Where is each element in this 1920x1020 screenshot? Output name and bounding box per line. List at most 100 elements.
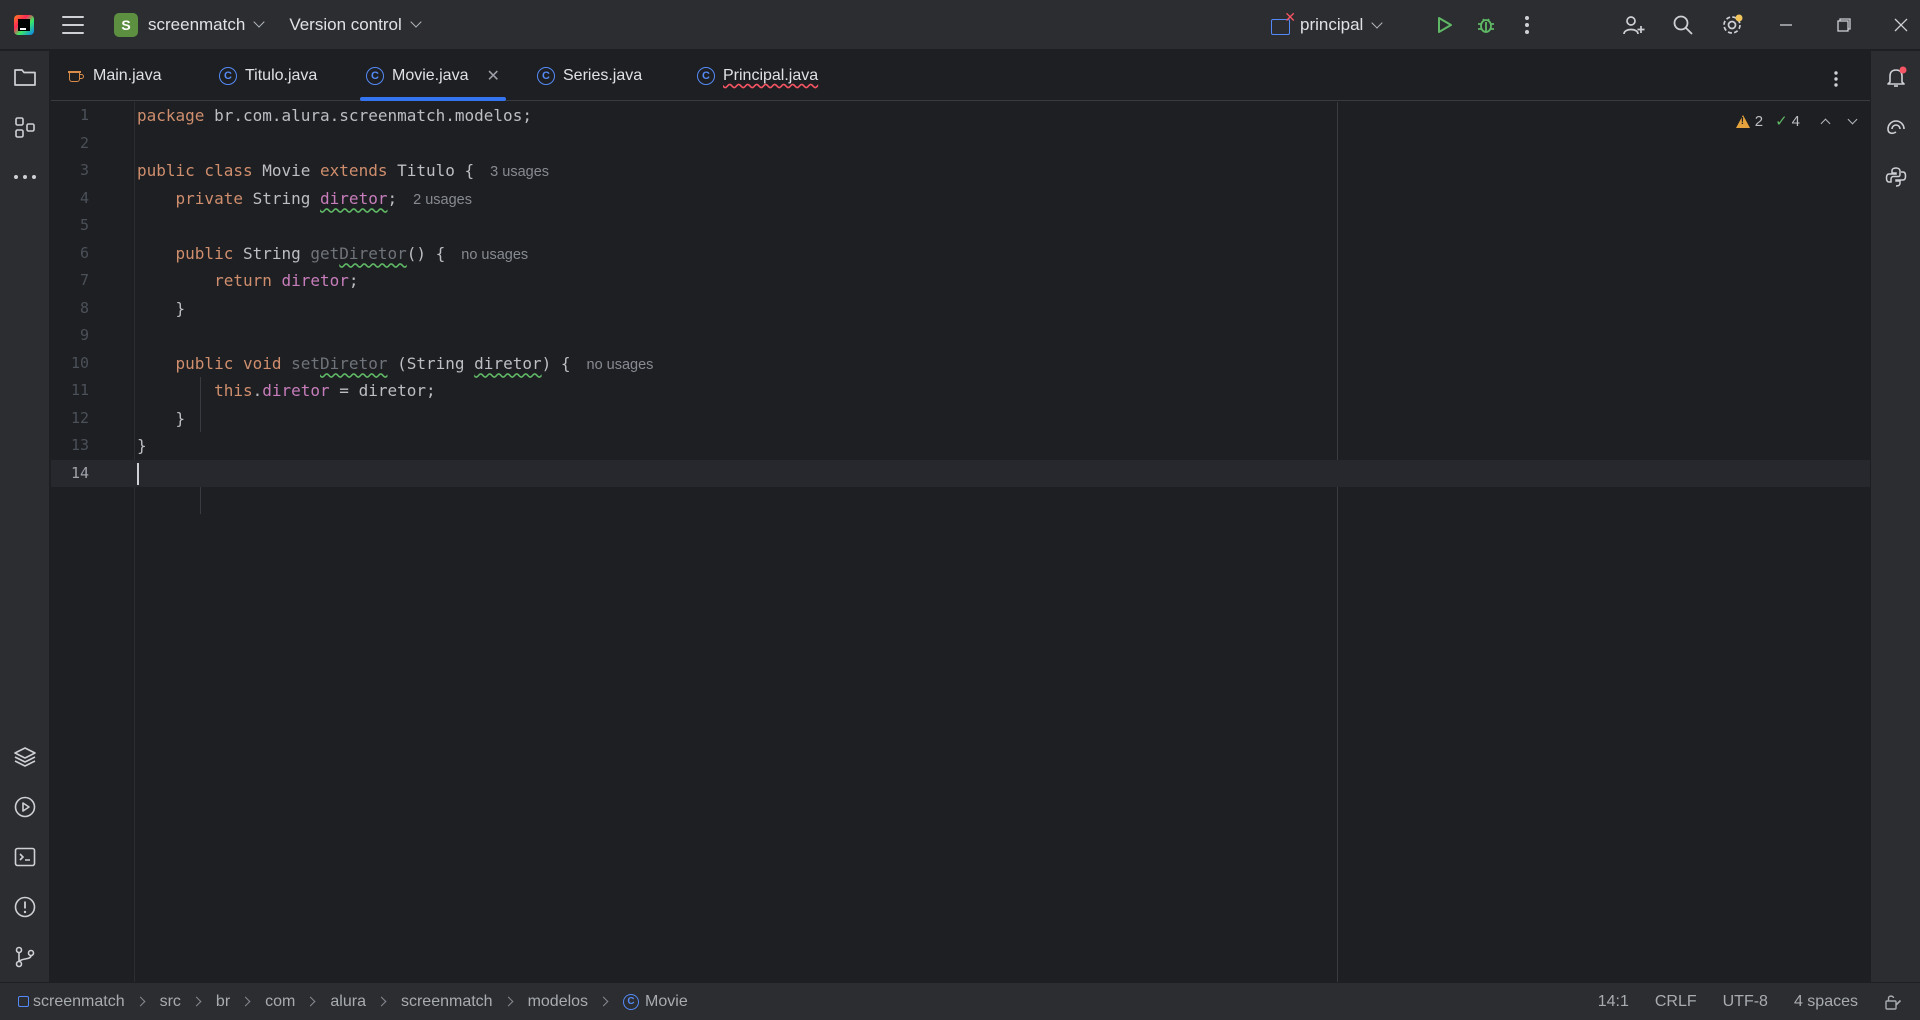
code-line: 2 bbox=[51, 130, 1870, 158]
python-console-button[interactable] bbox=[1883, 164, 1909, 190]
code-line: 12 } bbox=[51, 405, 1870, 433]
code-editor[interactable]: 1 package br.com.alura.screenmatch.model… bbox=[51, 102, 1870, 982]
gear-icon bbox=[1723, 14, 1743, 34]
run-config-selector[interactable]: ✕ principal bbox=[1270, 0, 1383, 50]
tab-movie-java[interactable]: C Movie.java ✕ bbox=[360, 51, 506, 101]
chevron-right-icon bbox=[305, 996, 316, 1007]
code-line: 4 private String diretor; 2 usages bbox=[51, 185, 1870, 213]
tab-titulo-java[interactable]: C Titulo.java bbox=[219, 51, 317, 101]
left-tool-strip bbox=[0, 51, 50, 982]
ai-assistant-button[interactable] bbox=[1883, 114, 1909, 140]
problems-icon bbox=[14, 896, 36, 918]
runnable-class-icon: C bbox=[697, 67, 715, 85]
problems-tool-button[interactable] bbox=[12, 894, 38, 920]
tab-options-button[interactable] bbox=[1822, 65, 1850, 93]
services-layers-button[interactable] bbox=[12, 744, 38, 770]
tab-principal-java[interactable]: C Principal.java bbox=[697, 51, 818, 101]
tab-main-java[interactable]: Main.java bbox=[67, 51, 161, 101]
line-number: 7 bbox=[79, 271, 89, 289]
lock-edit-icon[interactable] bbox=[1884, 993, 1902, 1011]
breadcrumb-item[interactable]: modelos bbox=[528, 993, 588, 1011]
chevron-down-icon bbox=[253, 16, 265, 28]
inspection-widget[interactable]: 2 ✓ 4 bbox=[1735, 112, 1858, 130]
usages-hint[interactable]: 3 usages bbox=[490, 164, 549, 180]
breadcrumb-item[interactable]: br bbox=[216, 993, 230, 1011]
structure-tool-button[interactable] bbox=[12, 114, 38, 140]
line-number: 2 bbox=[79, 133, 89, 152]
close-tab-icon[interactable]: ✕ bbox=[486, 66, 499, 86]
version-control-label: Version control bbox=[289, 14, 402, 34]
usages-hint[interactable]: no usages bbox=[461, 247, 528, 263]
structure-icon bbox=[15, 117, 35, 138]
project-tool-button[interactable] bbox=[12, 64, 38, 90]
bug-icon bbox=[1478, 18, 1494, 33]
chevron-right-icon bbox=[598, 996, 609, 1007]
code-text: public void setDiretor (String diretor) … bbox=[175, 353, 654, 373]
code-with-me-button[interactable] bbox=[1620, 11, 1648, 39]
code-text: } bbox=[175, 408, 186, 428]
more-actions-button[interactable] bbox=[1513, 11, 1541, 39]
project-name: screenmatch bbox=[148, 14, 246, 34]
breadcrumb-item[interactable]: com bbox=[265, 993, 295, 1011]
line-separator[interactable]: CRLF bbox=[1655, 993, 1697, 1011]
run-button[interactable] bbox=[1430, 11, 1458, 39]
close-icon bbox=[1894, 18, 1908, 32]
breadcrumb-item[interactable]: src bbox=[160, 993, 181, 1011]
tab-label: Main.java bbox=[93, 67, 162, 84]
run-config-error-icon: ✕ bbox=[1270, 10, 1296, 36]
git-tool-button[interactable] bbox=[12, 944, 38, 970]
terminal-tool-button[interactable] bbox=[12, 844, 38, 870]
main-menu-icon[interactable] bbox=[62, 15, 84, 34]
warning-count: 2 bbox=[1754, 112, 1764, 130]
version-control-widget[interactable]: Version control bbox=[283, 8, 425, 42]
debug-button[interactable] bbox=[1472, 11, 1500, 39]
code-line: 1 package br.com.alura.screenmatch.model… bbox=[51, 102, 1870, 130]
line-number: 3 bbox=[79, 161, 89, 179]
caret-position[interactable]: 14:1 bbox=[1598, 993, 1629, 1011]
status-bar: screenmatch src br com alura screenmatch… bbox=[0, 982, 1920, 1020]
tab-series-java[interactable]: C Series.java bbox=[537, 51, 642, 101]
minimize-button[interactable] bbox=[1772, 11, 1800, 39]
indent-setting[interactable]: 4 spaces bbox=[1794, 993, 1858, 1011]
search-button[interactable] bbox=[1669, 11, 1697, 39]
line-number: 4 bbox=[79, 188, 89, 207]
notifications-button[interactable] bbox=[1883, 64, 1909, 90]
breadcrumb-item[interactable]: screenmatch bbox=[401, 993, 493, 1011]
chevron-down-icon bbox=[1371, 16, 1383, 29]
settings-button[interactable] bbox=[1718, 11, 1746, 39]
tab-label: Series.java bbox=[563, 67, 643, 84]
previous-highlight-icon[interactable] bbox=[1820, 118, 1831, 128]
terminal-icon bbox=[14, 847, 36, 867]
breadcrumb-item[interactable]: screenmatch bbox=[33, 993, 125, 1011]
code-text: public String getDiretor() {no usages bbox=[175, 243, 529, 263]
run-tool-button[interactable] bbox=[12, 794, 38, 820]
next-highlight-icon[interactable] bbox=[1847, 114, 1858, 124]
line-number: 1 bbox=[79, 106, 89, 124]
line-number: 12 bbox=[70, 408, 89, 427]
line-number: 13 bbox=[70, 436, 89, 454]
tab-label: Movie.java bbox=[392, 67, 469, 84]
usages-hint[interactable]: no usages bbox=[587, 357, 654, 373]
usages-hint[interactable]: 2 usages bbox=[413, 192, 472, 208]
run-config-name: principal bbox=[1300, 15, 1364, 34]
chevron-right-icon bbox=[376, 996, 387, 1007]
python-icon bbox=[1885, 167, 1907, 187]
line-number: 8 bbox=[79, 298, 89, 317]
file-encoding[interactable]: UTF-8 bbox=[1723, 993, 1768, 1011]
code-line: 10 public void setDiretor (String direto… bbox=[51, 350, 1870, 378]
restore-button[interactable] bbox=[1830, 11, 1858, 39]
code-text: } bbox=[175, 298, 186, 318]
git-branch-icon bbox=[15, 946, 35, 968]
ai-assistant-icon bbox=[1887, 120, 1905, 135]
close-window-button[interactable] bbox=[1887, 11, 1915, 39]
breadcrumb-item[interactable]: alura bbox=[330, 993, 366, 1011]
folder-icon bbox=[14, 69, 36, 86]
project-widget[interactable]: S screenmatch bbox=[108, 8, 269, 42]
breadcrumb-item[interactable]: Movie bbox=[645, 993, 688, 1011]
vertical-dots-icon bbox=[1834, 71, 1838, 87]
restore-icon bbox=[1837, 18, 1851, 32]
more-tools-button[interactable] bbox=[12, 164, 38, 190]
module-icon bbox=[18, 996, 29, 1007]
title-bar: S screenmatch Version control ✕ principa… bbox=[0, 0, 1920, 50]
project-badge: S bbox=[114, 12, 138, 37]
